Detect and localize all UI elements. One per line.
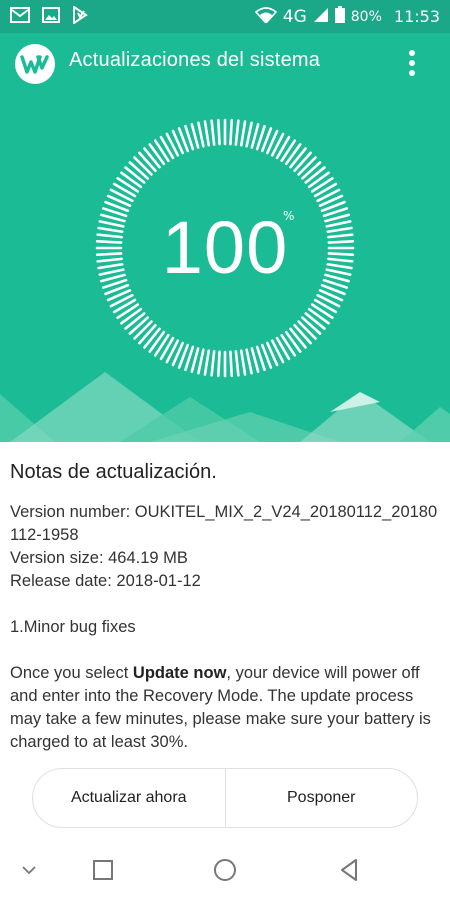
- battery-icon: [334, 6, 345, 27]
- gauge-tick: [197, 348, 205, 375]
- gauge-tick: [148, 330, 166, 353]
- gauge-tick: [210, 119, 216, 146]
- wifi-icon: [254, 6, 277, 27]
- gauge-tick: [234, 119, 240, 146]
- gauge-tick: [250, 347, 260, 373]
- version-number: Version number: OUKITEL_MIX_2_V24_201801…: [10, 503, 438, 544]
- release-notes: Version number: OUKITEL_MIX_2_V24_201801…: [10, 501, 442, 754]
- gauge-tick: [128, 161, 150, 180]
- gmail-icon: [10, 6, 30, 27]
- gauge-tick: [304, 166, 326, 184]
- gauge-tick: [300, 316, 322, 335]
- gauge-tick: [120, 171, 143, 189]
- gauge-tick: [250, 123, 260, 149]
- gauge-tick: [310, 176, 334, 193]
- gallery-icon: [42, 6, 60, 27]
- gauge-tick: [217, 118, 221, 146]
- gauge-tick: [124, 312, 146, 330]
- gauge-tick: [239, 349, 247, 376]
- gauge-tick: [284, 330, 302, 353]
- instruction-prefix: Once you select: [10, 664, 133, 682]
- gauge-tick: [120, 307, 143, 325]
- gauge-tick: [297, 156, 317, 176]
- gauge-tick: [197, 121, 205, 148]
- app-bar: Actualizaciones del sistema: [0, 33, 450, 93]
- clock: 11:53: [393, 7, 440, 26]
- gauge-tick: [133, 156, 153, 176]
- gauge-tick: [143, 147, 161, 169]
- gauge-tick: [300, 161, 322, 180]
- battery-percent: 80%: [350, 8, 382, 25]
- version-size: Version size: 464.19 MB: [10, 549, 188, 567]
- gauge-tick: [307, 171, 330, 189]
- gauge-tick: [124, 166, 146, 184]
- gauge-tick: [289, 327, 307, 349]
- gauge-tick: [297, 320, 317, 340]
- gauge-tick: [284, 143, 302, 166]
- gauge-tick: [229, 118, 233, 146]
- more-vert-icon[interactable]: [398, 47, 426, 79]
- gauge-tick: [116, 176, 140, 193]
- network-type: 4G: [282, 6, 307, 27]
- wave-logo-icon: [14, 43, 56, 85]
- update-instructions: Once you select Update now, your device …: [10, 662, 442, 754]
- gauge-tick: [307, 307, 330, 325]
- collapse-icon[interactable]: [14, 855, 44, 885]
- update-actions: Actualizar ahora Posponer: [32, 768, 418, 828]
- back-icon[interactable]: [334, 855, 364, 885]
- notification-icons: [10, 4, 88, 28]
- recents-icon[interactable]: [88, 855, 118, 885]
- gauge-tick: [128, 316, 150, 335]
- app-title: Actualizaciones del sistema: [69, 49, 321, 71]
- gauge-tick: [203, 120, 211, 147]
- gauge-tick: [153, 139, 170, 163]
- gauge-tick: [138, 323, 157, 345]
- navigation-bar: [0, 840, 450, 900]
- gauge-tick: [116, 303, 140, 320]
- gauge-tick: [239, 120, 247, 147]
- gauge-tick: [143, 327, 161, 349]
- instruction-highlight: Update now: [132, 664, 227, 682]
- home-icon[interactable]: [210, 855, 240, 885]
- change-list: 1.Minor bug fixes: [10, 618, 136, 636]
- gauge-tick: [280, 139, 297, 163]
- gauge-tick: [304, 312, 326, 330]
- gauge-tick: [148, 143, 166, 166]
- update-now-button[interactable]: Actualizar ahora: [33, 769, 225, 827]
- gauge-tick: [293, 151, 312, 173]
- gauge-tick: [190, 347, 200, 373]
- release-notes-title: Notas de actualización.: [10, 461, 217, 483]
- gauge-tick: [133, 320, 153, 340]
- gauge-tick: [190, 123, 200, 149]
- postpone-button[interactable]: Posponer: [224, 769, 418, 827]
- gauge-tick: [138, 151, 157, 173]
- progress-value: 100: [161, 206, 289, 289]
- progress-unit: %: [283, 209, 295, 223]
- status-bar: 4G 80% 11:53: [0, 0, 450, 33]
- gauge-tick: [153, 333, 170, 357]
- system-status: 4G 80% 11:53: [254, 6, 440, 27]
- gauge-tick: [245, 348, 253, 375]
- gauge-tick: [245, 121, 253, 148]
- gauge-tick: [289, 147, 307, 169]
- gauge-tick: [203, 349, 211, 376]
- gauge-tick: [310, 303, 334, 320]
- mountain-decoration: [0, 372, 450, 442]
- gauge-tick: [293, 323, 312, 345]
- download-app-icon: [72, 4, 88, 28]
- signal-icon: [313, 7, 329, 27]
- update-hero: Actualizaciones del sistema 100 %: [0, 33, 450, 442]
- release-date: Release date: 2018-01-12: [10, 572, 201, 590]
- gauge-tick: [280, 333, 297, 357]
